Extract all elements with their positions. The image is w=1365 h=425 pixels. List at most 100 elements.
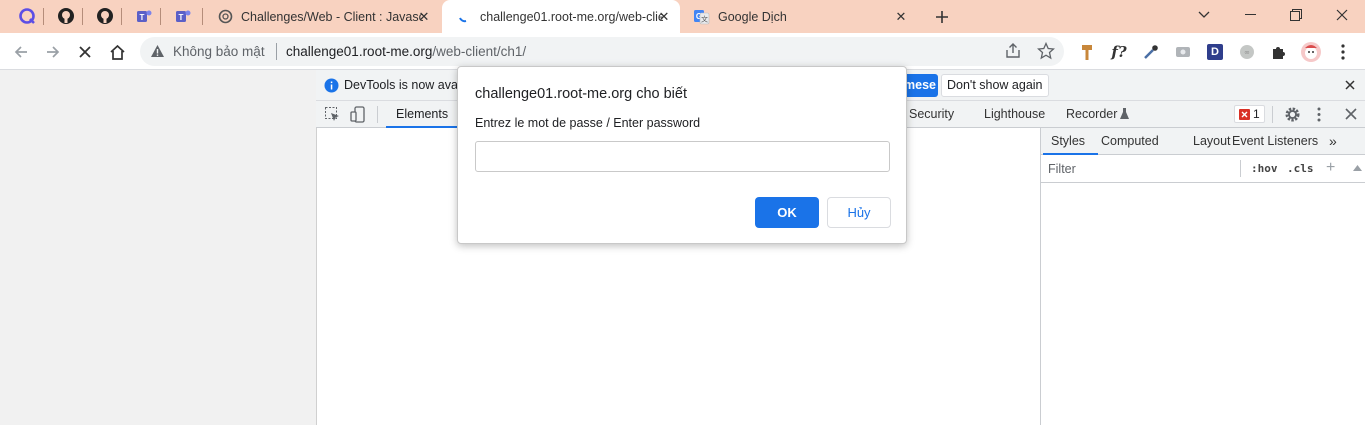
forward-button[interactable]: [40, 39, 66, 65]
loading-spinner-icon: [456, 9, 472, 25]
url-host: challenge01.root-me.org: [286, 44, 433, 59]
close-infobar-icon[interactable]: [1345, 78, 1355, 93]
chrome-menu-button[interactable]: [1330, 39, 1356, 65]
dialog-message: Entrez le mot de passe / Enter password: [475, 116, 701, 130]
back-button[interactable]: [8, 39, 34, 65]
plus-icon: [936, 11, 948, 23]
tab-challenge01[interactable]: challenge01.root-me.org/web-clie ✕: [442, 0, 680, 33]
tab-lighthouse[interactable]: Lighthouse: [984, 101, 1045, 128]
tab-security[interactable]: Security: [909, 101, 954, 128]
tab-search-button[interactable]: [1181, 0, 1227, 30]
pinned-tab-teams-2[interactable]: T: [168, 4, 198, 28]
tab-recorder[interactable]: Recorder: [1066, 101, 1117, 128]
extension-pin[interactable]: [1074, 39, 1100, 65]
settings-gear-icon[interactable]: [1284, 106, 1301, 126]
restore-icon: [1290, 9, 1302, 21]
security-label[interactable]: Không bảo mật: [173, 44, 265, 59]
styles-filter-bar: Filter :hov .cls +: [1041, 155, 1365, 183]
svg-text:T: T: [140, 13, 145, 22]
d-icon: D: [1207, 44, 1223, 60]
url-path: /web-client/ch1/: [432, 44, 527, 59]
pinned-tab-teams[interactable]: T: [129, 4, 159, 28]
avatar-icon: [1301, 42, 1321, 62]
tab-google-translate[interactable]: G文 Google Dịch ✕: [680, 0, 917, 33]
info-icon: [324, 78, 339, 96]
arrow-left-icon: [14, 46, 27, 58]
home-icon: [109, 44, 125, 60]
tab-root-me[interactable]: Challenges/Web - Client : Javascri ✕: [203, 0, 440, 33]
root-me-icon: [217, 9, 233, 25]
tab-strip: T T Challenges/Web - Client : Javascri ✕…: [0, 0, 1365, 33]
chevron-down-icon: [1198, 11, 1210, 18]
dont-show-again-button[interactable]: Don't show again: [941, 74, 1049, 97]
bookmark-star-icon[interactable]: [1036, 41, 1056, 63]
teams-icon: T: [137, 10, 152, 22]
extension-d[interactable]: D: [1202, 39, 1228, 65]
extension-screen[interactable]: [1170, 39, 1196, 65]
cls-button[interactable]: .cls: [1287, 162, 1314, 175]
close-window-button[interactable]: [1319, 0, 1365, 30]
address-bar[interactable]: Không bảo mật challenge01.root-me.org/we…: [140, 37, 1064, 66]
cancel-button[interactable]: Hủy: [827, 197, 891, 228]
minimize-button[interactable]: [1227, 0, 1273, 30]
home-button[interactable]: [104, 39, 130, 65]
stop-icon: [79, 46, 91, 58]
tab-layout[interactable]: Layout: [1193, 128, 1231, 155]
svg-text:T: T: [179, 13, 184, 22]
restore-button[interactable]: [1273, 0, 1319, 30]
warning-icon[interactable]: [150, 44, 165, 61]
minimize-icon: [1244, 14, 1256, 15]
ok-button[interactable]: OK: [755, 197, 819, 228]
styles-tabbar: Styles Computed Layout Event Listeners »: [1041, 128, 1365, 155]
svg-text:∞: ∞: [1244, 49, 1250, 57]
pinned-tab-github-2[interactable]: [90, 4, 120, 28]
extension-grey[interactable]: ∞: [1234, 39, 1260, 65]
qwant-icon: [19, 8, 35, 24]
new-tab-button[interactable]: [929, 4, 955, 30]
close-tab-icon[interactable]: ✕: [893, 9, 909, 25]
pinned-tab-github[interactable]: [51, 4, 81, 28]
kebab-menu-icon: [1341, 44, 1345, 60]
url-text[interactable]: challenge01.root-me.org/web-client/ch1/: [286, 44, 526, 59]
styles-sidebar: Styles Computed Layout Event Listeners »…: [1040, 128, 1365, 425]
new-style-rule-icon[interactable]: +: [1326, 159, 1335, 177]
google-translate-icon: G文: [694, 9, 710, 25]
more-tabs-icon[interactable]: »: [1329, 128, 1337, 155]
tab-title: Challenges/Web - Client : Javascri: [241, 9, 423, 24]
flask-icon: [1120, 108, 1129, 123]
extensions-menu-button[interactable]: [1266, 39, 1292, 65]
error-icon: [1239, 108, 1250, 120]
close-icon: [1336, 9, 1348, 21]
close-tab-icon[interactable]: ✕: [416, 9, 432, 25]
pinned-tab-qwant[interactable]: [12, 4, 42, 28]
styles-filter-input[interactable]: Filter: [1048, 162, 1076, 176]
tab-computed[interactable]: Computed: [1101, 128, 1159, 155]
error-counter[interactable]: 1: [1234, 105, 1265, 123]
pin-icon: [1082, 45, 1092, 60]
tab-event-listeners[interactable]: Event Listeners: [1232, 128, 1318, 155]
dialog-title: challenge01.root-me.org cho biết: [475, 86, 687, 102]
scroll-up-icon[interactable]: [1353, 159, 1362, 174]
stop-button[interactable]: [72, 39, 98, 65]
page-viewport: [0, 70, 316, 425]
extension-fx[interactable]: f?: [1106, 39, 1132, 65]
inspect-element-icon[interactable]: [324, 106, 341, 126]
hov-button[interactable]: :hov: [1251, 162, 1278, 175]
fx-icon: f?: [1111, 43, 1127, 61]
grey-circle-icon: ∞: [1240, 45, 1254, 59]
password-input[interactable]: [475, 141, 890, 172]
extension-eyedropper[interactable]: [1138, 39, 1164, 65]
device-toolbar-icon[interactable]: [350, 106, 367, 126]
devtools-menu-icon[interactable]: [1317, 107, 1321, 125]
tab-styles[interactable]: Styles: [1051, 128, 1085, 155]
close-devtools-icon[interactable]: [1345, 108, 1357, 123]
eyedropper-icon: [1144, 45, 1158, 59]
tab-elements[interactable]: Elements: [396, 101, 448, 128]
teams-icon: T: [176, 10, 191, 22]
profile-button[interactable]: [1298, 39, 1324, 65]
share-icon[interactable]: [1004, 42, 1022, 63]
active-tab-indicator: [386, 126, 458, 128]
close-tab-icon[interactable]: ✕: [656, 9, 672, 25]
omnibox-divider: [276, 43, 277, 60]
tab-title: challenge01.root-me.org/web-clie: [480, 9, 663, 24]
